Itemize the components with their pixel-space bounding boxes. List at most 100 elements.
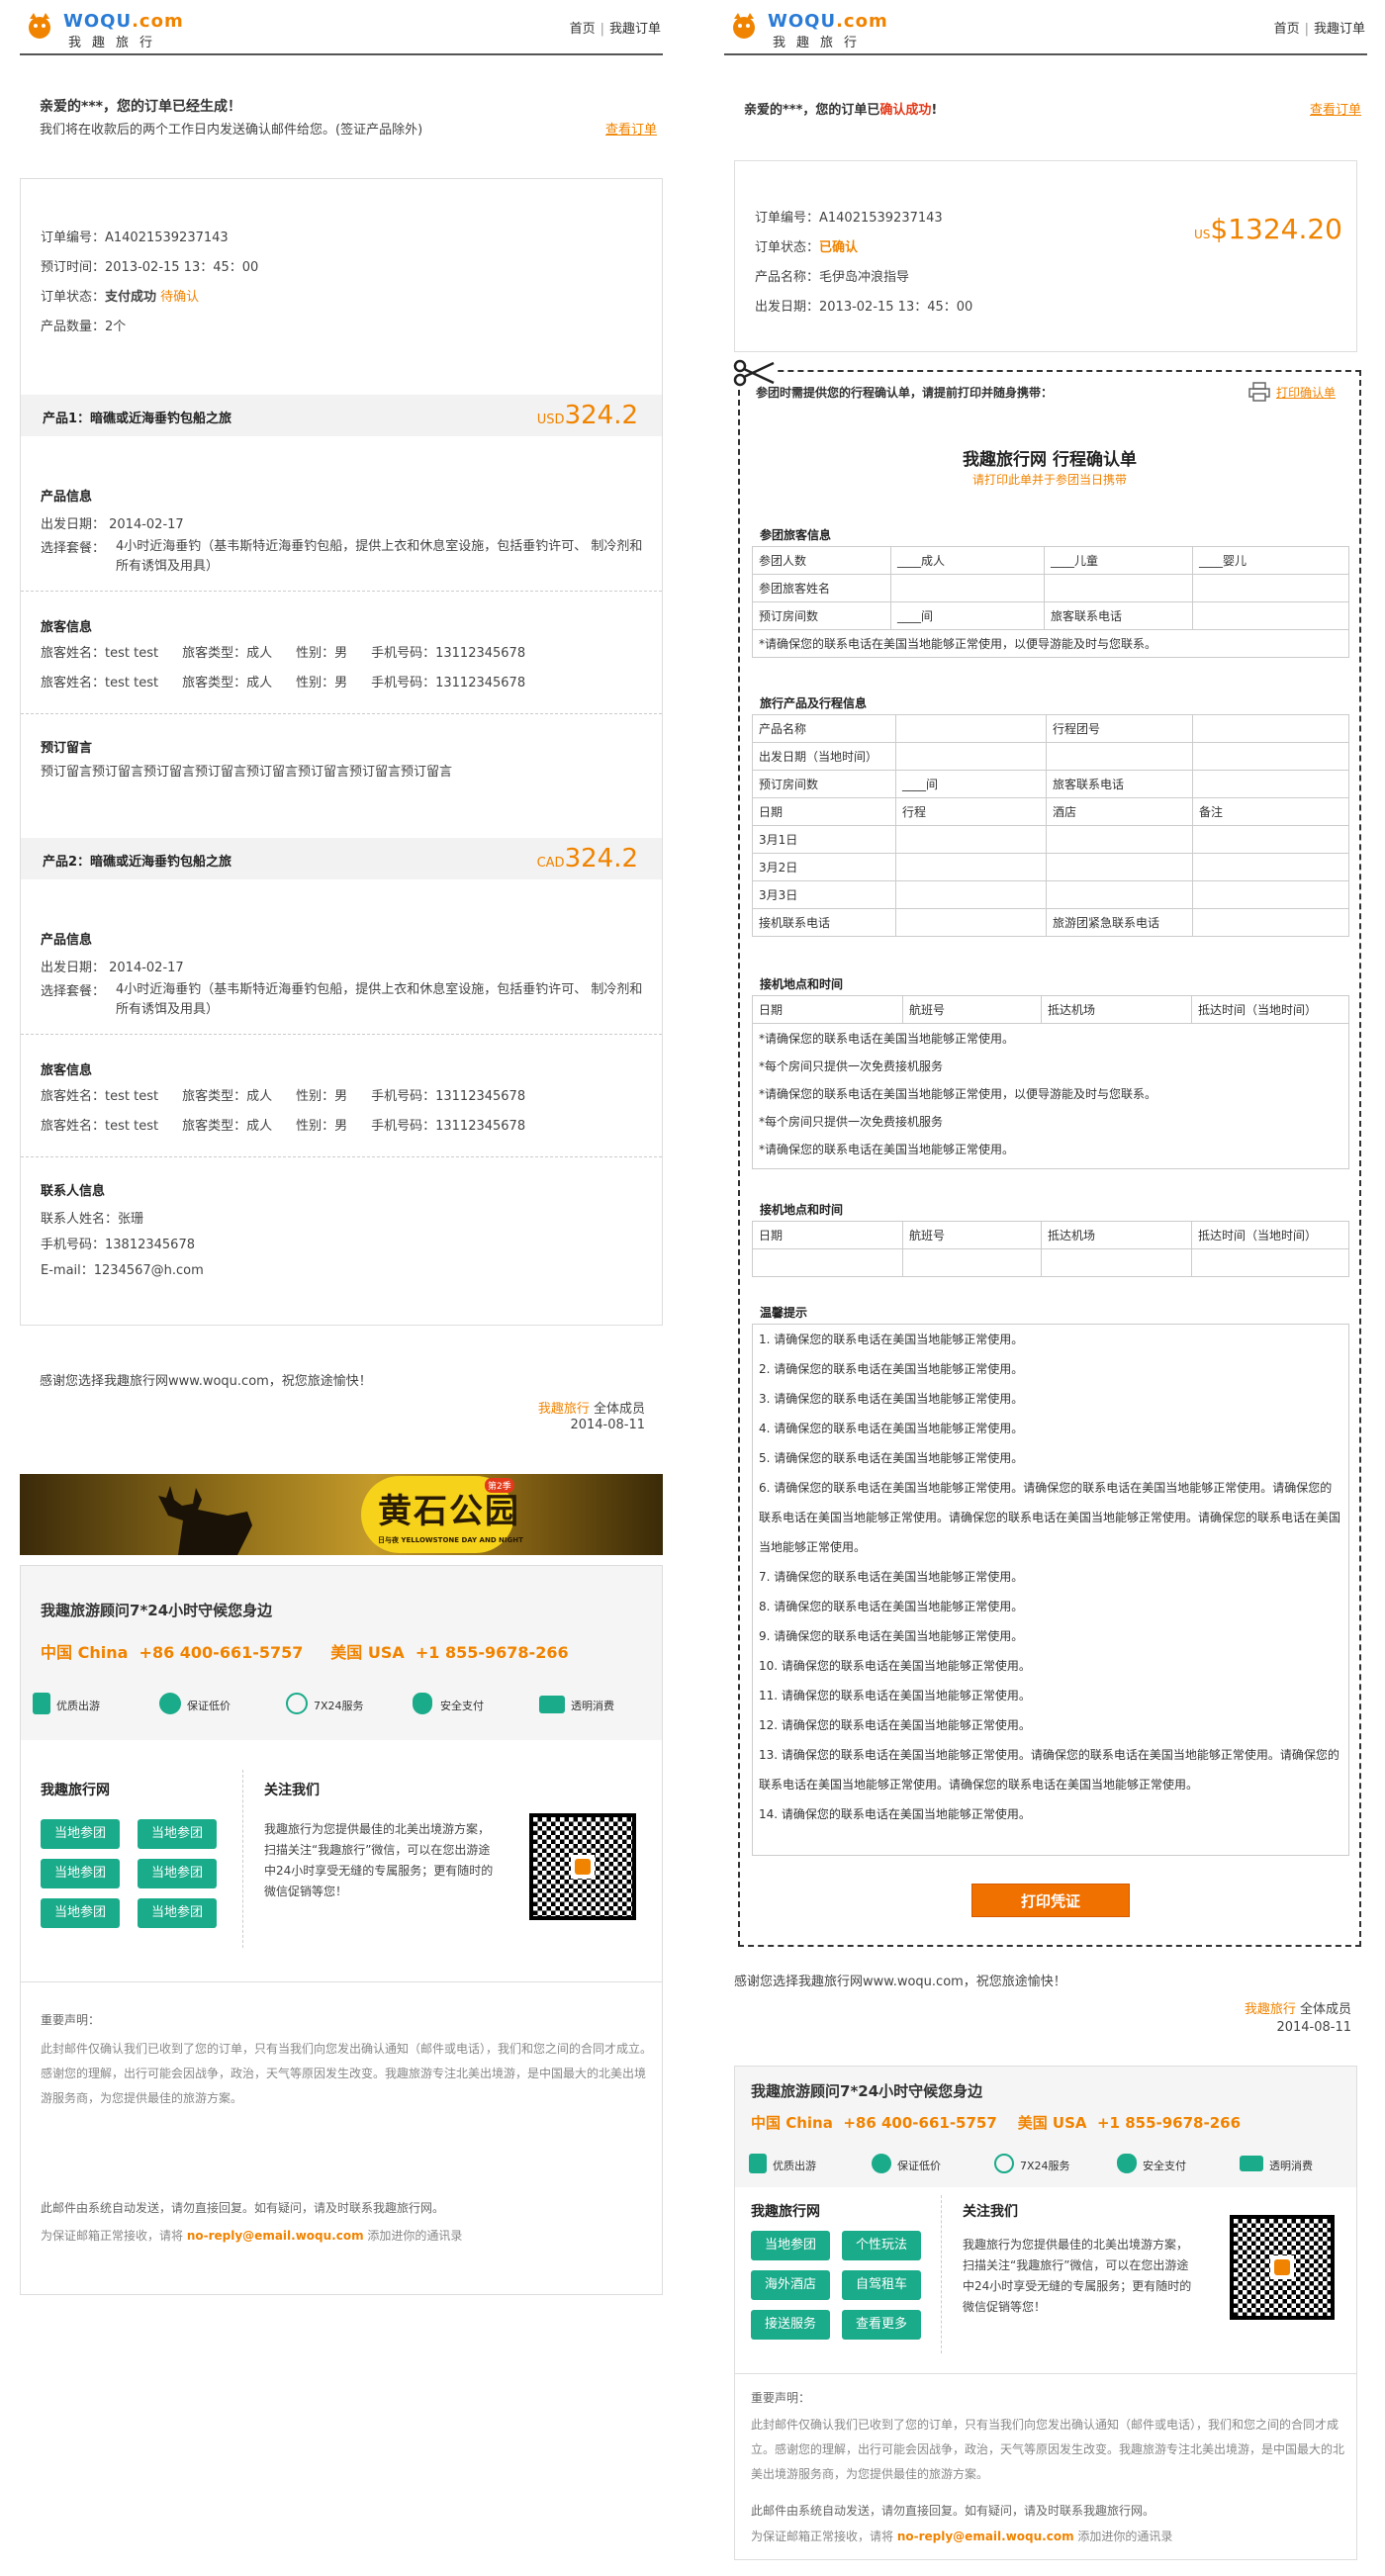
order-number: 订单编号：A14021539237143: [755, 211, 943, 226]
product-price: USD324.2: [536, 401, 638, 430]
status-pending-badge: 待确认: [160, 290, 200, 305]
tip-item: 3. 请确保您的联系电话在美国当地能够正常使用。: [759, 1392, 1024, 1406]
contact-phone: 手机号码：13812345678: [41, 1238, 195, 1252]
tip-item: 2. 请确保您的联系电话在美国当地能够正常使用。: [759, 1362, 1024, 1376]
order-confirmed-email: WOQU.com 我趣旅行 首页 | 我趣订单 亲爱的***，您的订单已确认成功! …: [724, 0, 1367, 2560]
wechat-qr-code: [1230, 2215, 1335, 2320]
local-tour-button[interactable]: 当地参团: [41, 1819, 120, 1849]
view-order-link[interactable]: 查看订单: [605, 119, 657, 138]
traveler-row: 旅客姓名：test test 旅客类型：成人 性别：男 手机号码：1311234567…: [41, 1089, 526, 1104]
price-guarantee-icon: [872, 2154, 891, 2173]
nav-my-orders-link[interactable]: 我趣订单: [1314, 22, 1365, 37]
woqu-logo[interactable]: WOQU.com 我趣旅行: [24, 8, 183, 50]
top-nav: 首页 | 我趣订单: [570, 18, 661, 37]
follow-text: 我趣旅行为您提供最佳的北美出境游方案，扫描关注“我趣旅行”微信，可以在您出游途中…: [963, 2238, 1192, 2314]
signature-date: 2014-08-11: [570, 1418, 645, 1432]
booking-message-heading: 预订留言: [41, 741, 93, 756]
brand-name-cn: 我趣旅行: [773, 36, 869, 50]
view-more-button[interactable]: 查看更多: [842, 2310, 921, 2340]
whitelist-note: 为保证邮箱正常接收，请将 no-reply@email.woqu.com 添加进…: [41, 2229, 463, 2243]
custom-play-button[interactable]: 个性玩法: [842, 2231, 921, 2260]
thanks-message: 感谢您选择我趣旅行网www.woqu.com，祝您旅途愉快！: [734, 1975, 1066, 1989]
yellowstone-banner[interactable]: 黄石公园 第2季 日与夜 YELLOWSTONE DAY AND NIGHT: [20, 1474, 663, 1555]
notice-heading: 重要声明：: [751, 2391, 811, 2405]
order-status: 订单状态：支付成功 待确认: [41, 290, 200, 305]
price-guarantee-icon: [159, 1693, 181, 1714]
pickup-notes: *请确保您的联系电话在美国当地能够正常使用。 *每个房间只提供一次免费接机服务 …: [752, 1023, 1349, 1169]
nav-separator: |: [600, 22, 604, 37]
auto-send-note: 此邮件由系统自动发送，请勿直接回复。如有疑问，请及时联系我趣旅行网。: [751, 2504, 1155, 2518]
service-footer: 我趣旅游顾问7*24小时守候您身边 中国 China +86 400-661-5…: [20, 1565, 663, 2295]
contact-heading: 联系人信息: [41, 1184, 106, 1199]
pickup-table: 日期 航班号 抵达机场 抵达时间（当地时间）: [752, 995, 1349, 1024]
product-title: 产品2：暗礁或近海垂钓包船之旅: [43, 855, 232, 870]
card-icon: [539, 1696, 565, 1713]
printer-icon[interactable]: [1248, 382, 1270, 402]
traveler-row: 旅客姓名：test test 旅客类型：成人 性别：男 手机号码：1311234567…: [41, 1119, 526, 1134]
cat-logo-icon: [733, 13, 755, 39]
product-info-heading: 产品信息: [41, 933, 93, 948]
nav-home-link[interactable]: 首页: [1274, 22, 1300, 37]
service-phones: 中国 China +86 400-661-5757 美国 USA +1 855-…: [41, 1643, 569, 1662]
nav-separator: |: [1304, 22, 1309, 37]
status-paid: 支付成功: [105, 290, 157, 305]
car-rental-button[interactable]: 自驾租车: [842, 2270, 921, 2300]
banner-subtitle: 日与夜 YELLOWSTONE DAY AND NIGHT: [378, 1536, 523, 1544]
notice-text: 此封邮件仅确认我们已收到了您的订单，只有当我们向您发出确认通知（邮件或电话），我…: [751, 2418, 1345, 2481]
whitelist-note: 为保证邮箱正常接收，请将 no-reply@email.woqu.com 添加进…: [751, 2530, 1173, 2543]
clock-icon: [286, 1693, 308, 1714]
woqu-logo[interactable]: WOQU.com 我趣旅行: [728, 8, 887, 50]
service-phones: 中国 China +86 400-661-5757 美国 USA +1 855-…: [751, 2114, 1242, 2132]
confirmation-title: 我趣旅行网 行程确认单: [963, 450, 1137, 470]
nav-my-orders-link[interactable]: 我趣订单: [609, 22, 661, 37]
order-time: 预订时间：2013-02-15 13：45：00: [41, 260, 259, 275]
thanks-message: 感谢您选择我趣旅行网www.woqu.com，祝您旅途愉快！: [40, 1374, 372, 1389]
transfer-service-button[interactable]: 接送服务: [751, 2310, 830, 2340]
confirmation-subtitle: 请打印此单并于参团当日携带: [971, 473, 1127, 487]
pickup-table-2: 日期 航班号 抵达机场 抵达时间（当地时间）: [752, 1221, 1349, 1277]
product-info-heading: 产品信息: [41, 490, 93, 505]
local-tour-button[interactable]: 当地参团: [41, 1898, 120, 1928]
service-title: 我趣旅游顾问7*24小时守候您身边: [751, 2082, 983, 2100]
clock-icon: [994, 2154, 1014, 2173]
signature: 我趣旅行 全体成员: [537, 1402, 645, 1417]
section-pickup-heading: 接机地点和时间: [760, 977, 844, 991]
local-tour-button[interactable]: 当地参团: [41, 1859, 120, 1888]
order-number: 订单编号：A14021539237143: [41, 230, 229, 245]
local-tour-button[interactable]: 当地参团: [138, 1898, 217, 1928]
bag-icon: [33, 1693, 50, 1714]
follow-text: 我趣旅行为您提供最佳的北美出境游方案，扫描关注“我趣旅行”微信，可以在您出游途中…: [264, 1822, 494, 1898]
view-order-link[interactable]: 查看订单: [1310, 99, 1361, 118]
product-price: CAD324.2: [536, 844, 638, 874]
local-tour-button[interactable]: 当地参团: [138, 1859, 217, 1888]
signature: 我趣旅行 全体成员: [1244, 2002, 1351, 2017]
greeting: 亲爱的***，您的订单已经生成！: [40, 99, 241, 115]
local-tour-button[interactable]: 当地参团: [138, 1819, 217, 1849]
email-header: WOQU.com 我趣旅行 首页 | 我趣订单: [724, 0, 1367, 55]
product-name: 产品名称：毛伊岛冲浪指导: [755, 270, 910, 285]
noreply-email-link[interactable]: no-reply@email.woqu.com: [187, 2229, 364, 2243]
package-detail: 4小时近海垂钓（基韦斯特近海垂钓包船，提供上衣和休息室设施，包括垂钓许可、 制冷…: [116, 982, 643, 1017]
service-title: 我趣旅游顾问7*24小时守候您身边: [41, 1602, 273, 1619]
tip-item: 6. 请确保您的联系电话在美国当地能够正常使用。请确保您的联系电话在美国当地能够…: [759, 1481, 1341, 1554]
feature-strip: 优质出游 保证低价 7X24服务 安全支付 透明消费: [33, 1691, 656, 1720]
noreply-email-link[interactable]: no-reply@email.woqu.com: [897, 2530, 1074, 2543]
overseas-hotel-button[interactable]: 海外酒店: [751, 2270, 830, 2300]
top-nav: 首页 | 我趣订单: [1274, 18, 1365, 37]
signature-date: 2014-08-11: [1276, 2020, 1351, 2035]
print-voucher-button[interactable]: 打印凭证: [971, 1884, 1130, 1917]
total-price: US$1324.20: [1193, 213, 1342, 245]
tips-heading: 温馨提示: [760, 1306, 808, 1320]
contact-name: 联系人姓名：张珊: [41, 1212, 144, 1227]
departure-date: 出发日期： 2014-02-17: [41, 961, 184, 975]
traveler-heading: 旅客信息: [41, 1063, 93, 1078]
departure-date: 出发日期： 2014-02-17: [41, 517, 184, 532]
product-header: 产品1：暗礁或近海垂钓包船之旅 USD324.2: [21, 395, 662, 436]
woqu-links-heading: 我趣旅行网: [41, 1783, 110, 1798]
local-tour-button[interactable]: 当地参团: [751, 2231, 830, 2260]
product-title: 产品1：暗礁或近海垂钓包船之旅: [43, 412, 232, 426]
notice-text: 此封邮件仅确认我们已收到了您的订单，只有当我们向您发出确认通知（邮件或电话），我…: [41, 2042, 653, 2105]
contact-email: E-mail：1234567@h.com: [41, 1263, 204, 1278]
print-confirmation-link[interactable]: 打印确认单: [1276, 384, 1336, 401]
nav-home-link[interactable]: 首页: [570, 22, 596, 37]
